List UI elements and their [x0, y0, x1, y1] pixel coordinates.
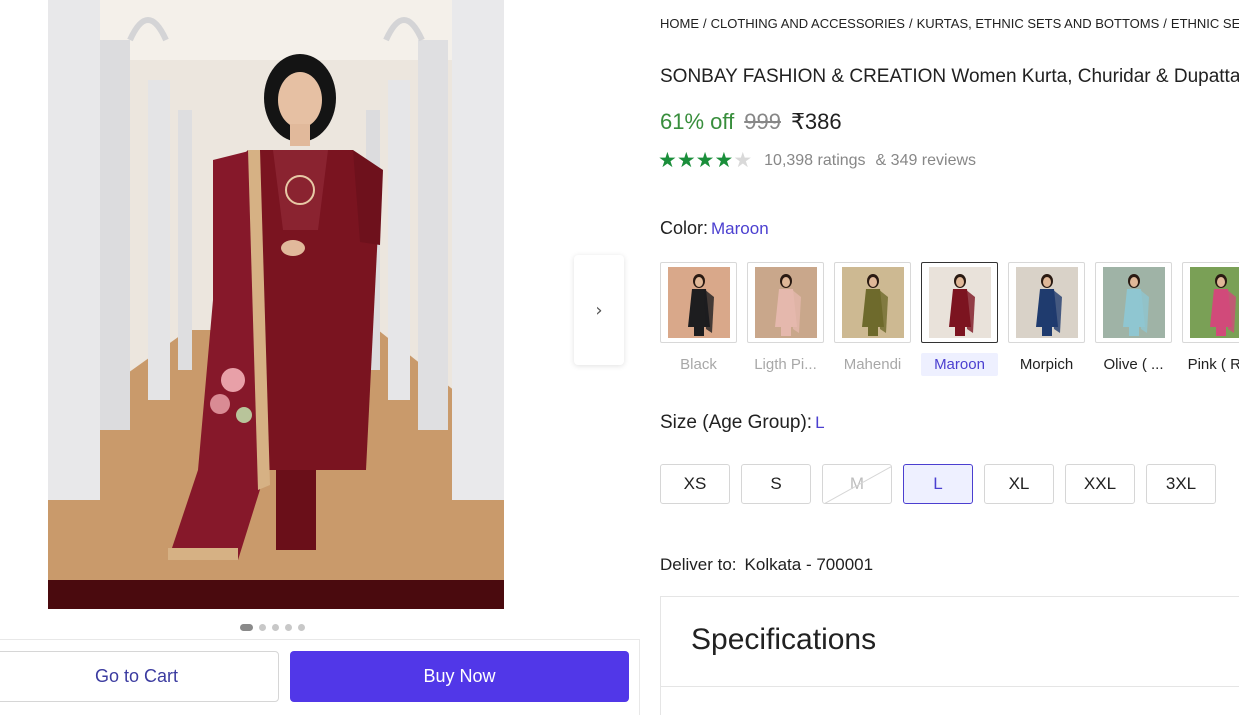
color-swatch[interactable]: Morpich: [1008, 262, 1085, 376]
delivery-pincode: Kolkata - 700001: [744, 555, 874, 574]
size-option-button[interactable]: L: [903, 464, 973, 504]
color-swatch-thumbnail: [834, 262, 911, 343]
selling-price: ₹386: [790, 109, 842, 134]
price-row: 61% off 999 ₹386: [660, 109, 842, 135]
size-option-button[interactable]: XS: [660, 464, 730, 504]
star-rating: ★ ★ ★ ★ ★: [658, 150, 752, 171]
swatch-image: [1015, 267, 1078, 338]
size-option-button: M: [822, 464, 892, 504]
swatch-image: [928, 267, 991, 338]
color-swatch-label: Pink ( R...: [1187, 356, 1239, 373]
color-swatch-label: Olive ( ...: [1103, 356, 1164, 373]
product-title: SONBAY FASHION & CREATION Women Kurta, C…: [660, 66, 1239, 87]
rating-summary[interactable]: ★ ★ ★ ★ ★ 10,398 ratings & 349 reviews: [658, 150, 976, 171]
reviews-count: & 349 reviews: [875, 151, 977, 169]
star-icon: ★: [733, 148, 753, 172]
color-swatch-label: Mahendi: [843, 356, 902, 373]
next-image-button[interactable]: ›: [574, 255, 624, 365]
pagination-dot[interactable]: [298, 624, 305, 631]
size-option-button[interactable]: XL: [984, 464, 1054, 504]
go-to-cart-button[interactable]: Go to Cart: [0, 651, 279, 702]
main-product-image[interactable]: [48, 0, 504, 609]
divider: [661, 686, 1239, 687]
breadcrumb-separator: /: [908, 16, 913, 31]
color-swatch-thumbnail: [1182, 262, 1239, 343]
image-pagination-dots: [240, 624, 305, 631]
color-swatch-label: Morpich: [1019, 356, 1074, 373]
color-swatch-label: Black: [680, 356, 717, 373]
breadcrumb-link[interactable]: HOME: [660, 16, 699, 31]
deliver-to-label: Deliver to:: [660, 555, 737, 574]
star-icon: ★: [714, 148, 734, 172]
color-swatch[interactable]: Maroon: [921, 262, 998, 376]
size-option-button[interactable]: XXL: [1065, 464, 1135, 504]
color-swatch-thumbnail: [921, 262, 998, 343]
size-selector-label: Size (Age Group): L: [660, 412, 825, 434]
color-swatch[interactable]: Mahendi: [834, 262, 911, 376]
size-option-button[interactable]: 3XL: [1146, 464, 1216, 504]
size-option-button[interactable]: S: [741, 464, 811, 504]
color-swatch[interactable]: Black: [660, 262, 737, 376]
ratings-count: 10,398 ratings: [764, 151, 866, 169]
pagination-dot[interactable]: [272, 624, 279, 631]
breadcrumb-link[interactable]: ETHNIC SETS: [1171, 16, 1239, 31]
breadcrumb-separator: /: [1163, 16, 1167, 31]
color-swatch-thumbnail: [660, 262, 737, 343]
selected-color: Maroon: [711, 219, 769, 238]
breadcrumb-separator: /: [703, 16, 707, 31]
color-swatch-thumbnail: [1095, 262, 1172, 343]
color-swatch-thumbnail: [747, 262, 824, 343]
breadcrumb-link[interactable]: KURTAS, ETHNIC SETS AND BOTTOMS: [917, 16, 1160, 31]
discount-badge: 61% off: [660, 109, 735, 134]
original-price: 999: [744, 109, 781, 134]
breadcrumb-link[interactable]: CLOTHING AND ACCESSORIES: [711, 16, 905, 31]
color-swatch-label: Maroon: [921, 353, 998, 376]
pagination-dot[interactable]: [259, 624, 266, 631]
delivery-location[interactable]: Deliver to: Kolkata - 700001: [660, 555, 873, 575]
color-label-text: Color:: [660, 218, 709, 238]
color-swatches: Black Ligth Pi... Mahendi Maroon Morpich Oliv…: [660, 262, 1239, 376]
size-label-text: Size (Age Group):: [660, 412, 813, 433]
color-swatch[interactable]: Olive ( ...: [1095, 262, 1172, 376]
swatch-image: [754, 267, 817, 338]
product-photo: [48, 0, 504, 609]
chevron-right-icon: ›: [595, 299, 603, 321]
swatch-image: [667, 267, 730, 338]
pagination-dot[interactable]: [285, 624, 292, 631]
breadcrumb: HOME / CLOTHING AND ACCESSORIES / KURTAS, ET…: [660, 16, 1239, 31]
swatch-image: [841, 267, 904, 338]
action-bar: Go to Cart Buy Now: [0, 639, 640, 715]
color-swatch-label: Ligth Pi...: [754, 356, 817, 373]
color-swatch[interactable]: Pink ( R...: [1182, 262, 1239, 376]
color-swatch[interactable]: Ligth Pi...: [747, 262, 824, 376]
star-icon: ★: [695, 148, 715, 172]
star-icon: ★: [658, 148, 677, 172]
size-options: XS S M L XL XXL 3XL: [660, 464, 1216, 504]
color-swatch-thumbnail: [1008, 262, 1085, 343]
product-gallery: › Go to Cart Buy Now: [0, 0, 640, 715]
specifications-title: Specifications: [691, 623, 877, 656]
star-icon: ★: [676, 148, 696, 172]
color-selector-label: Color: Maroon: [660, 218, 769, 239]
selected-size: L: [815, 413, 825, 432]
pagination-dot[interactable]: [240, 624, 253, 631]
buy-now-button[interactable]: Buy Now: [290, 651, 629, 702]
swatch-image: [1189, 267, 1239, 338]
specifications-panel: Specifications: [660, 596, 1239, 715]
swatch-image: [1102, 267, 1165, 338]
